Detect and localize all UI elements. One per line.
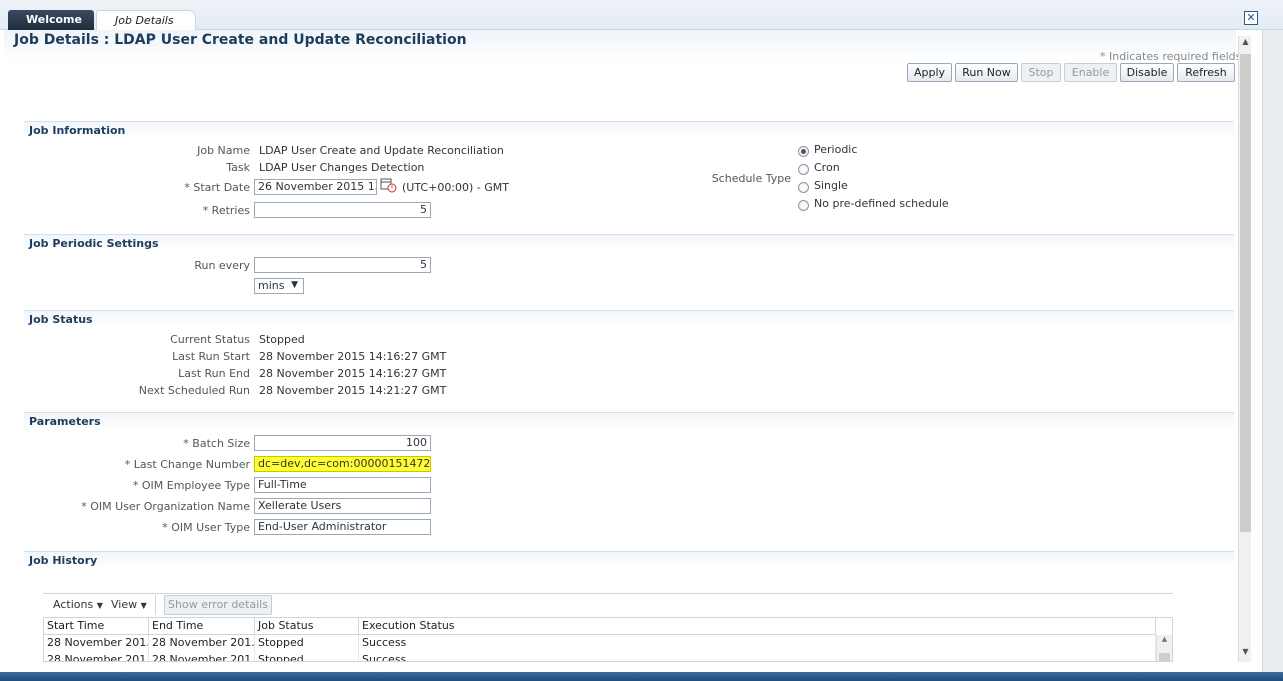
close-icon[interactable]: ✕ xyxy=(1244,11,1258,25)
section-heading: Job Information xyxy=(24,122,1234,139)
schedule-type-label: Schedule Type xyxy=(711,172,791,185)
refresh-button[interactable]: Refresh xyxy=(1177,63,1235,82)
radio-no-schedule[interactable] xyxy=(798,200,809,211)
view-menu[interactable]: View ▼ xyxy=(111,598,147,611)
interval-unit-value: mins xyxy=(258,279,285,292)
dropdown-arrow-icon: ▼ xyxy=(291,280,298,290)
scroll-up-icon[interactable]: ▲ xyxy=(1157,635,1172,643)
radio-single[interactable] xyxy=(798,182,809,193)
start-date-input[interactable]: 26 November 2015 13:0 xyxy=(254,179,377,195)
calendar-icon[interactable] xyxy=(380,178,397,193)
radio-periodic[interactable] xyxy=(798,146,809,157)
start-date-label: * Start Date xyxy=(184,181,250,194)
dropdown-arrow-icon: ▼ xyxy=(140,601,147,610)
batch-size-label: * Batch Size xyxy=(183,437,250,450)
history-table: Start Time End Time Job Status Execution… xyxy=(43,617,1173,662)
run-every-input[interactable]: 5 xyxy=(254,257,431,273)
cell-end-time: 28 November 201... xyxy=(149,635,255,652)
last-change-number-label: * Last Change Number xyxy=(124,458,250,471)
page-scrollbar[interactable]: ▲ ▼ xyxy=(1238,36,1251,662)
cell-end-time: 28 November 201... xyxy=(149,652,255,661)
radio-cron[interactable] xyxy=(798,164,809,175)
cell-job-status: Stopped xyxy=(255,635,359,652)
toolbar-divider xyxy=(155,595,156,615)
column-header-start-time[interactable]: Start Time xyxy=(44,618,149,635)
batch-size-input[interactable]: 100 xyxy=(254,435,431,451)
next-run-label: Next Scheduled Run xyxy=(138,384,250,397)
radio-single-label: Single xyxy=(814,179,848,192)
current-status-label: Current Status xyxy=(170,333,250,346)
scroll-thumb[interactable] xyxy=(1159,653,1170,661)
section-periodic-settings: Job Periodic Settings xyxy=(24,234,1234,252)
disable-button[interactable]: Disable xyxy=(1120,63,1174,82)
cell-job-status: Stopped xyxy=(255,652,359,661)
next-run-value: 28 November 2015 14:21:27 GMT xyxy=(259,384,447,397)
cell-execution-status: Success xyxy=(359,635,1156,652)
interval-unit-select[interactable]: mins ▼ xyxy=(254,278,304,294)
required-fields-note: * Indicates required fields. xyxy=(1100,50,1245,63)
column-header-execution-status[interactable]: Execution Status xyxy=(359,618,1156,635)
dropdown-arrow-icon: ▼ xyxy=(96,601,103,610)
retries-input[interactable]: 5 xyxy=(254,202,431,218)
scroll-down-icon[interactable]: ▼ xyxy=(1239,646,1252,658)
employee-type-input[interactable]: Full-Time xyxy=(254,477,431,493)
radio-no-schedule-label: No pre-defined schedule xyxy=(814,197,949,210)
user-type-label: * OIM User Type xyxy=(162,521,250,534)
scroll-up-icon[interactable]: ▲ xyxy=(1239,36,1252,48)
retries-label: * Retries xyxy=(202,204,250,217)
section-job-status: Job Status xyxy=(24,310,1234,328)
section-heading: Parameters xyxy=(24,413,1234,430)
last-run-start-value: 28 November 2015 14:16:27 GMT xyxy=(259,350,447,363)
apply-button[interactable]: Apply xyxy=(907,63,952,82)
actions-menu-label: Actions xyxy=(53,598,94,611)
stop-button[interactable]: Stop xyxy=(1021,63,1061,82)
org-name-label: * OIM User Organization Name xyxy=(81,500,250,513)
task-value: LDAP User Changes Detection xyxy=(259,161,425,174)
current-status-value: Stopped xyxy=(259,333,305,346)
job-name-value: LDAP User Create and Update Reconciliati… xyxy=(259,144,504,157)
run-now-button[interactable]: Run Now xyxy=(955,63,1018,82)
window-bottom-bar xyxy=(0,672,1283,681)
last-run-end-value: 28 November 2015 14:16:27 GMT xyxy=(259,367,447,380)
page-title: Job Details : LDAP User Create and Updat… xyxy=(14,32,467,48)
column-header-job-status[interactable]: Job Status xyxy=(255,618,359,635)
page-frame-edge xyxy=(1262,30,1283,672)
last-change-number-input[interactable]: dc=dev,dc=com:000001514723101 xyxy=(254,456,431,472)
show-error-details-button[interactable]: Show error details xyxy=(164,595,272,615)
timezone-text: (UTC+00:00) - GMT xyxy=(402,181,510,194)
run-every-label: Run every xyxy=(194,259,250,272)
job-name-label: Job Name xyxy=(197,144,250,157)
section-parameters: Parameters xyxy=(24,412,1234,430)
actions-menu[interactable]: Actions ▼ xyxy=(53,598,103,611)
section-heading: Job History xyxy=(24,552,1234,569)
user-type-input[interactable]: End-User Administrator xyxy=(254,519,431,535)
task-label: Task xyxy=(226,161,250,174)
column-header-end-time[interactable]: End Time xyxy=(149,618,255,635)
cell-start-time: 28 November 201... xyxy=(44,635,149,652)
org-name-input[interactable]: Xellerate Users xyxy=(254,498,431,514)
history-toolbar: Actions ▼ View ▼ Show error details xyxy=(43,593,1173,617)
section-heading: Job Status xyxy=(24,311,1234,328)
tab-job-details[interactable]: Job Details xyxy=(96,10,196,30)
last-run-start-label: Last Run Start xyxy=(172,350,250,363)
tab-welcome[interactable]: Welcome xyxy=(8,10,94,30)
last-run-end-label: Last Run End xyxy=(178,367,250,380)
cell-start-time: 28 November 201... xyxy=(44,652,149,661)
section-heading: Job Periodic Settings xyxy=(24,235,1234,252)
radio-periodic-label: Periodic xyxy=(814,143,858,156)
view-menu-label: View xyxy=(111,598,138,611)
section-job-history: Job History xyxy=(24,551,1234,569)
section-job-information: Job Information xyxy=(24,121,1234,139)
cell-execution-status: Success xyxy=(359,652,1156,661)
enable-button[interactable]: Enable xyxy=(1064,63,1117,82)
table-scrollbar[interactable]: ▲ xyxy=(1156,635,1172,661)
employee-type-label: * OIM Employee Type xyxy=(132,479,250,492)
scroll-thumb[interactable] xyxy=(1240,54,1251,532)
radio-cron-label: Cron xyxy=(814,161,840,174)
